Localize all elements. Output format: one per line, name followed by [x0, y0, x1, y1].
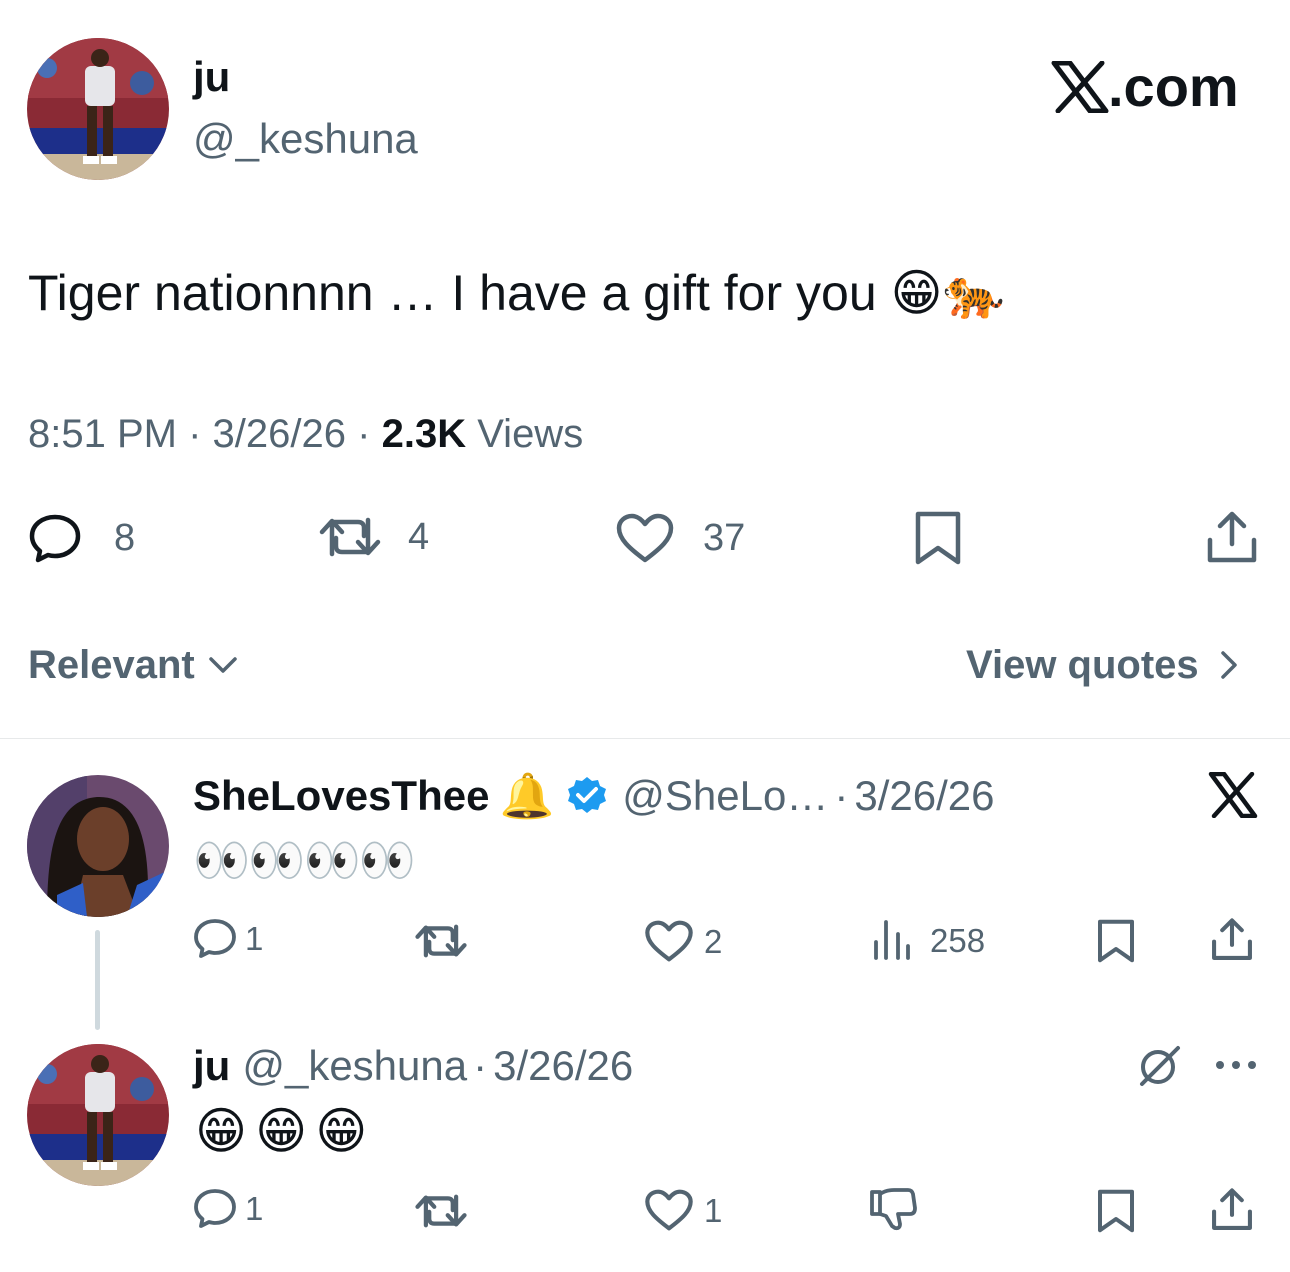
reply1-avatar[interactable] [27, 775, 169, 917]
share-icon [1212, 1188, 1252, 1230]
repost-button[interactable]: 4 [316, 512, 429, 562]
reply1-name[interactable]: SheLovesThee [193, 772, 489, 820]
author-handle[interactable]: @_keshuna [193, 114, 418, 164]
reply2-repost-button[interactable] [412, 1190, 470, 1232]
section-divider [0, 738, 1290, 739]
like-icon [616, 513, 674, 563]
grok-button[interactable] [1136, 1044, 1184, 1093]
reply2-text: 😁😁😁 [195, 1102, 376, 1160]
meta-sep: · [188, 412, 202, 456]
thread-connector [95, 930, 100, 1030]
reply2-like-count: 1 [704, 1191, 723, 1229]
reply1-reply-count: 1 [245, 919, 264, 957]
tweet-text: Tiger nationnnn … I have a gift for you … [28, 262, 1005, 324]
share-icon [1207, 511, 1257, 563]
repost-icon [415, 924, 467, 958]
reply2-handle[interactable]: @_keshuna [242, 1042, 467, 1090]
views-icon [874, 920, 910, 960]
reply2-bookmark-button[interactable] [1096, 1188, 1136, 1234]
reply1-name-emoji: 🔔 [499, 771, 555, 822]
reply1-like-count: 2 [704, 922, 723, 960]
x-logo-icon [1051, 61, 1109, 113]
like-icon [645, 920, 693, 962]
bookmark-icon [1098, 1189, 1134, 1233]
tweet-meta: 8:51 PM · 3/26/26 · 2.3K Views [28, 410, 583, 458]
reply1-handle[interactable]: @SheLo… [622, 772, 828, 820]
reply2-name[interactable]: ju [193, 1042, 230, 1090]
reply1-date[interactable]: 3/26/26 [854, 772, 994, 820]
reply-icon [29, 514, 81, 563]
reply1-like-button[interactable]: 2 [644, 919, 722, 963]
bookmark-icon [915, 511, 961, 565]
reply2-share-button[interactable] [1210, 1187, 1254, 1233]
repost-icon [415, 1194, 467, 1228]
view-quotes-label: View quotes [966, 643, 1199, 687]
chevron-down-icon [209, 657, 237, 673]
views-count: 2.3K [381, 412, 467, 456]
view-quotes-link[interactable]: View quotes [966, 640, 1239, 690]
verified-badge-icon [568, 777, 607, 813]
dislike-icon [870, 1188, 917, 1231]
reply1-repost-button[interactable] [412, 920, 470, 962]
reply1-share-button[interactable] [1210, 917, 1254, 963]
grok-icon [1140, 1046, 1180, 1086]
share-icon [1212, 918, 1252, 960]
reply1-x-logo [1208, 771, 1258, 823]
share-button[interactable] [1205, 510, 1259, 566]
author-avatar[interactable] [27, 38, 169, 180]
reply1-views-button[interactable]: 258 [872, 918, 985, 962]
repost-icon [319, 517, 381, 557]
reply-count: 8 [114, 517, 136, 559]
repost-count: 4 [408, 516, 430, 558]
tweet-time[interactable]: 8:51 PM [28, 412, 177, 456]
like-count: 37 [703, 517, 746, 559]
reply-button[interactable]: 8 [28, 512, 135, 564]
x-logo-icon [1208, 771, 1258, 819]
author-name[interactable]: ju [193, 52, 230, 102]
reply-icon [194, 919, 236, 958]
reply1-sep: · [834, 772, 849, 819]
bookmark-button[interactable] [913, 510, 963, 566]
site-label-text: .com [1108, 55, 1239, 118]
reply1-bookmark-button[interactable] [1096, 918, 1136, 964]
more-button[interactable] [1214, 1058, 1258, 1077]
tweet-text-body: Tiger nationnnn … I have a gift for you [28, 265, 877, 321]
bookmark-icon [1098, 919, 1134, 963]
reply1-reply-button[interactable]: 1 [193, 917, 263, 959]
more-icon [1216, 1061, 1256, 1069]
reply1-text: 👀👀👀👀 [193, 833, 416, 887]
sort-label: Relevant [28, 643, 195, 687]
reply1-header: SheLovesThee 🔔 @SheLo… · 3/26/26 [193, 766, 994, 826]
views-label: Views [477, 412, 584, 456]
tweet-date[interactable]: 3/26/26 [213, 412, 346, 456]
chevron-right-icon [1220, 651, 1237, 679]
reply2-like-button[interactable]: 1 [644, 1188, 722, 1232]
reply2-reply-count: 1 [245, 1189, 264, 1227]
reply2-date[interactable]: 3/26/26 [493, 1042, 633, 1090]
reply2-header: ju @_keshuna · 3/26/26 [193, 1036, 633, 1096]
reply1-views-count: 258 [930, 921, 986, 959]
reply2-avatar[interactable] [27, 1044, 169, 1186]
tweet-text-emojis: 😁🐅 [890, 264, 1005, 322]
like-icon [645, 1189, 693, 1231]
sort-relevant-button[interactable]: Relevant [28, 640, 239, 690]
reply2-dislike-button[interactable] [868, 1186, 918, 1232]
reply2-sep: · [473, 1042, 488, 1089]
meta-sep: · [357, 412, 371, 456]
site-label: .com [1050, 54, 1239, 120]
reply2-reply-button[interactable]: 1 [193, 1187, 263, 1229]
like-button[interactable]: 37 [615, 512, 745, 564]
reply-icon [194, 1189, 236, 1228]
